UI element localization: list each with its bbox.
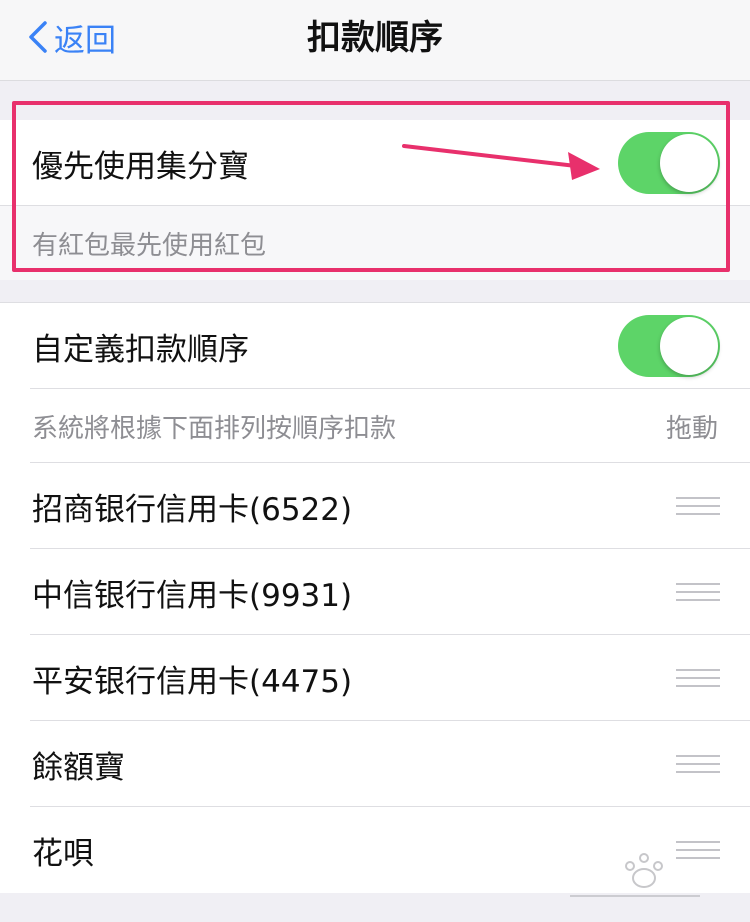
red-packet-note: 有紅包最先使用紅包 (32, 230, 267, 261)
points-section: 優先使用集分寶 有紅包最先使用紅包 (0, 120, 750, 280)
custom-order-section: 自定義扣款順序 系統將根據下面排列按順序扣款 拖動 招商银行信用卡(6522) … (0, 302, 750, 893)
custom-order-hint: 系統將根據下面排列按順序扣款 (32, 413, 397, 444)
payment-method-name: 中信银行信用卡(9931) (32, 577, 353, 614)
custom-order-toggle-switch[interactable] (618, 315, 720, 377)
payment-method-row[interactable]: 餘額寶 (0, 721, 750, 807)
drag-label: 拖動 (665, 413, 718, 444)
payment-method-name: 花唄 (32, 835, 94, 872)
chevron-left-icon (29, 21, 47, 53)
drag-handle-icon[interactable] (676, 841, 720, 859)
navigation-bar: 返回 扣款順序 (0, 0, 750, 81)
payment-method-name: 招商银行信用卡(6522) (32, 491, 353, 528)
payment-method-row[interactable]: 平安银行信用卡(4475) (0, 635, 750, 721)
custom-order-toggle-label: 自定義扣款順序 (32, 331, 249, 368)
custom-order-hint-row: 系統將根據下面排列按順序扣款 拖動 (0, 389, 750, 463)
toggle-knob (660, 134, 718, 192)
drag-handle-icon[interactable] (676, 755, 720, 773)
back-button[interactable]: 返回 (28, 14, 116, 60)
payment-method-row[interactable]: 花唄 (0, 807, 750, 893)
points-toggle-row: 優先使用集分寶 (0, 120, 750, 206)
drag-handle-icon[interactable] (676, 583, 720, 601)
custom-order-toggle-row: 自定義扣款順序 (0, 303, 750, 389)
payment-method-row[interactable]: 招商银行信用卡(6522) (0, 463, 750, 549)
points-toggle-label: 優先使用集分寶 (32, 148, 249, 185)
points-toggle-switch[interactable] (618, 132, 720, 194)
payment-method-name: 平安银行信用卡(4475) (32, 663, 353, 700)
back-label: 返回 (54, 22, 116, 59)
payment-method-row[interactable]: 中信银行信用卡(9931) (0, 549, 750, 635)
drag-handle-icon[interactable] (676, 669, 720, 687)
toggle-knob (660, 317, 718, 375)
payment-method-name: 餘額寶 (32, 749, 125, 786)
points-note: 有紅包最先使用紅包 (0, 206, 750, 280)
drag-handle-icon[interactable] (676, 497, 720, 515)
